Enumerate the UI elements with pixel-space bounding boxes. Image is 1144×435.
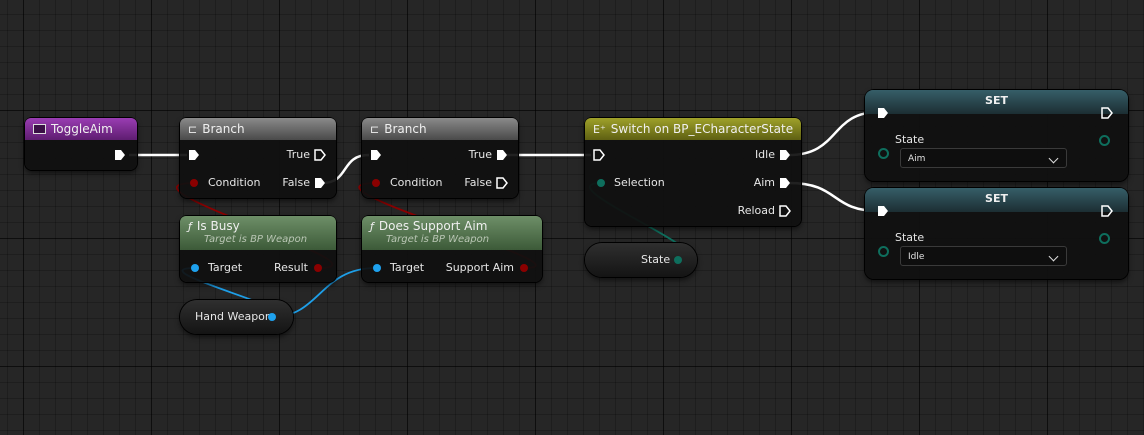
node-header: SET <box>865 188 1128 212</box>
branch-node-2[interactable]: ⊏ Branch True Condition False <box>362 118 518 198</box>
result-label: Result <box>274 261 308 274</box>
condition-label: Condition <box>390 176 443 189</box>
hand-weapon-output-pin[interactable] <box>268 313 276 321</box>
target-pin[interactable] <box>191 264 199 272</box>
switch-icon: E⁺ <box>593 123 606 136</box>
chevron-down-icon <box>1048 153 1059 164</box>
variable-label: Hand Weapon <box>195 310 272 323</box>
set-node-aim[interactable]: SET State Aim <box>865 90 1128 181</box>
selection-label: Selection <box>614 176 665 189</box>
node-title: Is Busy <box>196 219 240 233</box>
node-title: Branch <box>384 122 427 136</box>
state-input-pin[interactable] <box>878 246 889 257</box>
node-title: Switch on BP_ECharacterState <box>610 122 794 136</box>
exec-input-pin[interactable] <box>877 107 889 119</box>
node-header: ⊏ Branch <box>180 118 336 140</box>
function-icon: ƒ <box>188 220 192 233</box>
reload-output-label: Reload <box>737 204 775 217</box>
result-pin[interactable] <box>314 264 322 272</box>
branch-node-1[interactable]: ⊏ Branch True Condition False <box>180 118 336 198</box>
does-support-aim-node[interactable]: ƒ Does Support Aim Target is BP Weapon Ta… <box>362 216 542 282</box>
set-node-idle[interactable]: SET State Idle <box>865 188 1128 279</box>
exec-output-pin[interactable] <box>114 149 126 161</box>
target-label: Target <box>208 261 243 274</box>
exec-false-pin[interactable] <box>496 177 508 189</box>
idle-output-label: Idle <box>754 148 775 161</box>
exec-idle-pin[interactable] <box>779 149 791 161</box>
exec-output-pin[interactable] <box>1101 107 1113 119</box>
state-dropdown[interactable]: Idle <box>900 246 1067 266</box>
state-output-pin[interactable] <box>674 256 682 264</box>
exec-true-pin[interactable] <box>314 149 326 161</box>
state-getter[interactable]: State <box>585 243 697 277</box>
node-subtitle: Target is BP Weapon <box>204 234 308 245</box>
state-dropdown[interactable]: Aim <box>900 148 1067 168</box>
condition-pin[interactable] <box>190 179 198 187</box>
node-header: ƒ Does Support Aim Target is BP Weapon <box>362 216 542 250</box>
dropdown-value: Idle <box>908 252 925 262</box>
branch-icon: ⊏ <box>370 123 380 136</box>
node-header: ToggleAim <box>25 118 137 140</box>
node-header: SET <box>865 90 1128 114</box>
event-node-toggleaim[interactable]: ToggleAim <box>25 118 137 170</box>
target-label: Target <box>390 261 425 274</box>
chevron-down-icon <box>1048 251 1059 262</box>
condition-pin[interactable] <box>372 179 380 187</box>
switch-node[interactable]: E⁺ Switch on BP_ECharacterState Selection… <box>585 118 801 226</box>
false-label: False <box>464 176 492 189</box>
node-header: E⁺ Switch on BP_ECharacterState <box>585 118 801 140</box>
exec-reload-pin[interactable] <box>779 205 791 217</box>
support-aim-pin[interactable] <box>520 264 528 272</box>
target-pin[interactable] <box>373 264 381 272</box>
exec-input-pin[interactable] <box>188 149 200 161</box>
node-title: Does Support Aim <box>378 219 488 233</box>
support-aim-label: Support Aim <box>445 261 514 274</box>
is-busy-node[interactable]: ƒ Is Busy Target is BP Weapon Target Resu… <box>180 216 336 282</box>
node-title: ToggleAim <box>51 122 113 136</box>
node-header: ⊏ Branch <box>362 118 518 140</box>
node-header: ƒ Is Busy Target is BP Weapon <box>180 216 336 250</box>
aim-output-label: Aim <box>753 176 775 189</box>
state-input-pin[interactable] <box>878 148 889 159</box>
hand-weapon-getter[interactable]: Hand Weapon <box>180 300 293 334</box>
node-title: SET <box>985 192 1008 205</box>
function-icon: ƒ <box>370 220 374 233</box>
exec-true-pin[interactable] <box>496 149 508 161</box>
condition-label: Condition <box>208 176 261 189</box>
state-label: State <box>895 231 925 244</box>
branch-icon: ⊏ <box>188 123 198 136</box>
exec-output-pin[interactable] <box>1101 205 1113 217</box>
true-label: True <box>286 148 310 161</box>
state-output-pin[interactable] <box>1099 233 1110 244</box>
selection-pin[interactable] <box>597 179 605 187</box>
dropdown-value: Aim <box>908 154 926 164</box>
node-title: Branch <box>202 122 245 136</box>
exec-input-pin[interactable] <box>877 205 889 217</box>
false-label: False <box>282 176 310 189</box>
true-label: True <box>468 148 492 161</box>
node-subtitle: Target is BP Weapon <box>386 234 490 245</box>
event-icon <box>33 124 46 134</box>
variable-label: State <box>641 253 671 266</box>
exec-input-pin[interactable] <box>370 149 382 161</box>
state-label: State <box>895 133 925 146</box>
node-title: SET <box>985 94 1008 107</box>
exec-false-pin[interactable] <box>314 177 326 189</box>
exec-input-pin[interactable] <box>593 149 605 161</box>
state-output-pin[interactable] <box>1099 135 1110 146</box>
exec-aim-pin[interactable] <box>779 177 791 189</box>
